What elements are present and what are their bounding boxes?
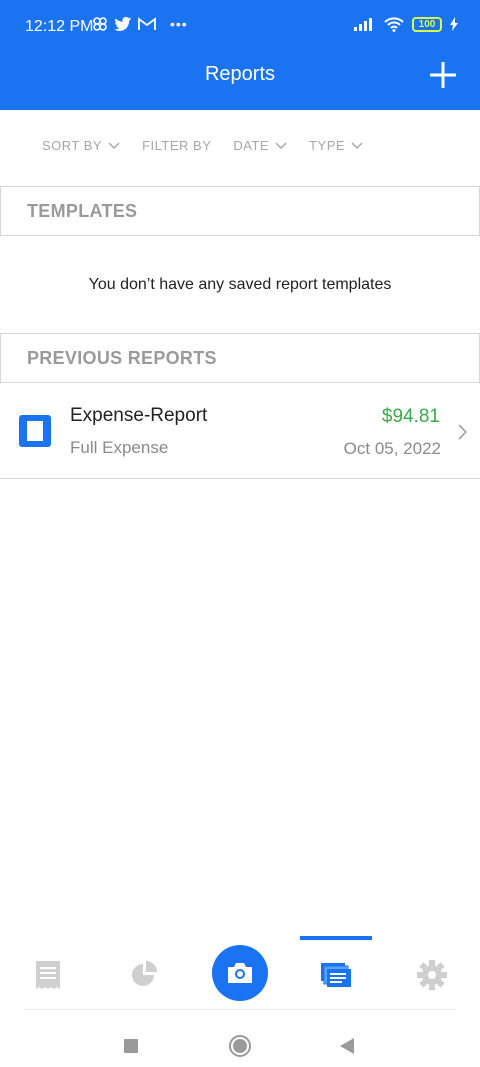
camera-button[interactable] [212,945,268,1001]
recent-apps-button[interactable] [111,1026,151,1066]
page-title: Reports [204,63,276,85]
twitter-icon [114,16,131,31]
report-name: Expense-Report [70,405,208,426]
bottom-navigation [0,936,480,1008]
pie-chart-icon [132,961,157,986]
filter-bar: SORT BY FILTER BY DATE TYPE [42,138,363,153]
back-triangle-icon [340,1038,354,1054]
nav-reports[interactable] [306,950,366,1000]
square-icon [124,1039,138,1053]
report-amount: $94.81 [381,406,440,427]
status-time: 12:12 PM [25,18,94,35]
report-type: Full Expense [70,438,169,457]
nav-settings[interactable] [402,950,462,1000]
notification-icons: ••• [92,16,188,32]
more-icon: ••• [170,16,188,32]
type-filter-dropdown[interactable]: TYPE [309,138,363,153]
date-filter-label: DATE [233,138,270,153]
chevron-down-icon [108,142,120,149]
templates-empty-message: You don’t have any saved report template… [88,276,392,293]
previous-reports-header-label: PREVIOUS REPORTS [27,348,217,368]
charging-icon [450,17,458,31]
nav-receipts[interactable] [18,950,78,1000]
active-tab-indicator [300,936,372,940]
nav-divider [24,1009,456,1010]
status-bar: 12:12 PM ••• 100 [0,0,480,52]
gmail-icon [138,17,156,30]
receipts-icon [36,961,60,989]
camera-icon [228,963,252,983]
sort-by-label: SORT BY [42,138,103,153]
wifi-icon [384,17,404,32]
back-button[interactable] [327,1026,367,1066]
add-report-button[interactable] [428,60,458,90]
report-list-item[interactable]: Expense-Report Full Expense $94.81 Oct 0… [0,384,480,479]
chevron-down-icon [275,142,287,149]
chevron-down-icon [351,142,363,149]
type-filter-label: TYPE [309,138,346,153]
templates-section-header: TEMPLATES [0,186,480,236]
filter-by-label: FILTER BY [142,138,212,153]
sort-by-dropdown[interactable]: SORT BY [42,138,120,153]
top-app-bar: 12:12 PM ••• 100 Reports [0,0,480,110]
system-navigation-bar [0,1016,480,1066]
nav-analytics[interactable] [114,950,174,1000]
signal-icon [354,18,372,31]
templates-header-label: TEMPLATES [27,201,138,221]
circle-icon [229,1035,251,1057]
home-button[interactable] [220,1026,260,1066]
document-icon [19,415,51,447]
battery-icon: 100 [412,16,442,32]
date-filter-dropdown[interactable]: DATE [233,138,287,153]
settings-icon [417,960,447,990]
previous-reports-section-header: PREVIOUS REPORTS [0,333,480,383]
chevron-right-icon [458,424,468,440]
system-status-icons: 100 [354,16,458,32]
pinwheel-icon [93,17,107,31]
battery-level: 100 [418,18,436,30]
report-date: Oct 05, 2022 [343,439,441,458]
reports-icon [321,963,351,987]
